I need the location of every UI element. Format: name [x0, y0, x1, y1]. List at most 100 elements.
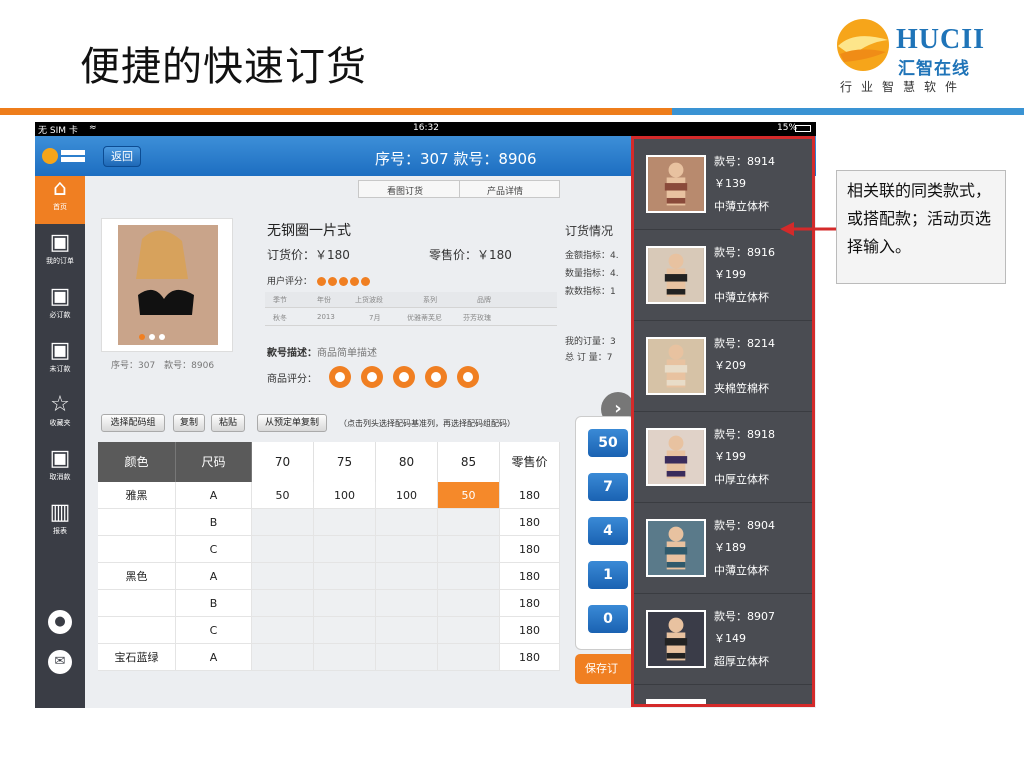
- col-header-color[interactable]: 颜色: [98, 442, 176, 482]
- cell-size[interactable]: B: [176, 509, 252, 536]
- back-button[interactable]: 返回: [103, 146, 141, 167]
- cell-size[interactable]: C: [176, 536, 252, 563]
- cell-qty[interactable]: [438, 590, 500, 617]
- cell-color[interactable]: [98, 509, 176, 536]
- cell-qty[interactable]: [376, 509, 438, 536]
- col-header-70[interactable]: 70: [252, 442, 314, 482]
- cell-qty[interactable]: [376, 536, 438, 563]
- cell-retail-price[interactable]: 180: [500, 536, 560, 563]
- nav-title: 序号：307 款号：8906: [375, 150, 537, 168]
- tab-picture-order[interactable]: 看图订货: [387, 184, 423, 197]
- related-type: 夹棉笠棉杯: [714, 382, 769, 395]
- related-product-thumbnail: [646, 337, 706, 395]
- cell-qty[interactable]: [252, 644, 314, 671]
- copy-from-preorder-button[interactable]: 从预定单复制: [257, 414, 327, 432]
- cell-qty[interactable]: [252, 563, 314, 590]
- rating-dot-icon: [327, 277, 337, 286]
- cell-retail-price[interactable]: 180: [500, 644, 560, 671]
- cell-qty[interactable]: [438, 617, 500, 644]
- cell-qty[interactable]: [252, 509, 314, 536]
- cell-size[interactable]: A: [176, 482, 252, 509]
- sidebar-item-not-ordered[interactable]: ▣ 未订款: [35, 338, 85, 386]
- product-photo[interactable]: [101, 218, 233, 352]
- cell-color[interactable]: 宝石蓝绿: [98, 644, 176, 671]
- score-heart-icon[interactable]: [425, 366, 447, 388]
- cell-qty[interactable]: 50: [438, 482, 500, 509]
- score-heart-icon[interactable]: [393, 366, 415, 388]
- keypad-key[interactable]: 7: [588, 473, 628, 501]
- cell-color[interactable]: 雅黑: [98, 482, 176, 509]
- cell-qty[interactable]: [438, 536, 500, 563]
- cell-qty[interactable]: [438, 563, 500, 590]
- tab-product-detail[interactable]: 产品详情: [487, 184, 523, 197]
- related-product-item[interactable]: 款号：8904 ￥189 中薄立体杯: [634, 503, 812, 594]
- score-heart-icon[interactable]: [329, 366, 351, 388]
- cell-qty[interactable]: 100: [376, 482, 438, 509]
- cell-qty[interactable]: [252, 536, 314, 563]
- related-product-item-partial[interactable]: [634, 685, 812, 704]
- col-header-85[interactable]: 85: [438, 442, 500, 482]
- cell-retail-price[interactable]: 180: [500, 509, 560, 536]
- sidebar-item-my-orders[interactable]: ▣ 我的订单: [35, 230, 85, 278]
- cell-qty[interactable]: [376, 563, 438, 590]
- keypad-key[interactable]: 1: [588, 561, 628, 589]
- col-header-retail[interactable]: 零售价: [500, 442, 560, 482]
- related-product-item[interactable]: 款号：8214 ￥209 夹棉笠棉杯: [634, 321, 812, 412]
- select-size-group-button[interactable]: 选择配码组: [101, 414, 165, 432]
- cell-qty[interactable]: [314, 563, 376, 590]
- cell-size[interactable]: A: [176, 644, 252, 671]
- cell-qty[interactable]: 50: [252, 482, 314, 509]
- message-icon[interactable]: ✉: [48, 650, 72, 674]
- related-product-item[interactable]: 款号：8914 ￥139 中薄立体杯: [634, 139, 812, 230]
- cell-retail-price[interactable]: 180: [500, 590, 560, 617]
- col-header-80[interactable]: 80: [376, 442, 438, 482]
- cell-retail-price[interactable]: 180: [500, 563, 560, 590]
- score-heart-icon[interactable]: [361, 366, 383, 388]
- col-header-size[interactable]: 尺码: [176, 442, 252, 482]
- cell-qty[interactable]: [438, 644, 500, 671]
- sidebar-item-favorites[interactable]: ☆ 收藏夹: [35, 392, 85, 440]
- cell-qty[interactable]: 100: [314, 482, 376, 509]
- cell-qty[interactable]: [314, 617, 376, 644]
- cell-qty[interactable]: [314, 536, 376, 563]
- cell-qty[interactable]: [314, 590, 376, 617]
- related-style-no: 款号：8904: [714, 519, 775, 532]
- logo-tagline: 行业智慧软件: [840, 80, 967, 94]
- sidebar-item-must-order[interactable]: ▣ 必订款: [35, 284, 85, 332]
- sidebar-item-reports[interactable]: ▥ 报表: [35, 500, 85, 548]
- related-type: 中薄立体杯: [714, 564, 769, 577]
- cell-color[interactable]: [98, 617, 176, 644]
- cell-size[interactable]: B: [176, 590, 252, 617]
- cell-qty[interactable]: [376, 590, 438, 617]
- paste-button[interactable]: 粘贴: [211, 414, 245, 432]
- cell-retail-price[interactable]: 180: [500, 617, 560, 644]
- keypad-key[interactable]: 0: [588, 605, 628, 633]
- cell-qty[interactable]: [438, 509, 500, 536]
- cell-size[interactable]: C: [176, 617, 252, 644]
- cell-color[interactable]: [98, 536, 176, 563]
- related-product-item[interactable]: 款号：8916 ￥199 中薄立体杯: [634, 230, 812, 321]
- cell-qty[interactable]: [314, 509, 376, 536]
- user-icon[interactable]: ●: [48, 610, 72, 634]
- product-name: 无钢圈一片式: [267, 223, 351, 239]
- related-product-thumbnail: [646, 428, 706, 486]
- cell-color[interactable]: 黑色: [98, 563, 176, 590]
- related-product-item[interactable]: 款号：8907 ￥149 超厚立体杯: [634, 594, 812, 685]
- sidebar-item-home[interactable]: ⌂ 首页: [35, 176, 85, 224]
- save-order-button[interactable]: 保存订: [575, 654, 635, 684]
- keypad-key[interactable]: 4: [588, 517, 628, 545]
- cell-size[interactable]: A: [176, 563, 252, 590]
- sidebar-item-cancelled[interactable]: ▣ 取消款: [35, 446, 85, 494]
- cell-qty[interactable]: [252, 617, 314, 644]
- cell-retail-price[interactable]: 180: [500, 482, 560, 509]
- related-product-item[interactable]: 款号：8918 ￥199 中厚立体杯: [634, 412, 812, 503]
- cell-qty[interactable]: [252, 590, 314, 617]
- copy-button[interactable]: 复制: [173, 414, 205, 432]
- cell-qty[interactable]: [376, 644, 438, 671]
- cell-color[interactable]: [98, 590, 176, 617]
- cell-qty[interactable]: [376, 617, 438, 644]
- keypad-key[interactable]: 50: [588, 429, 628, 457]
- cell-qty[interactable]: [314, 644, 376, 671]
- score-heart-icon[interactable]: [457, 366, 479, 388]
- col-header-75[interactable]: 75: [314, 442, 376, 482]
